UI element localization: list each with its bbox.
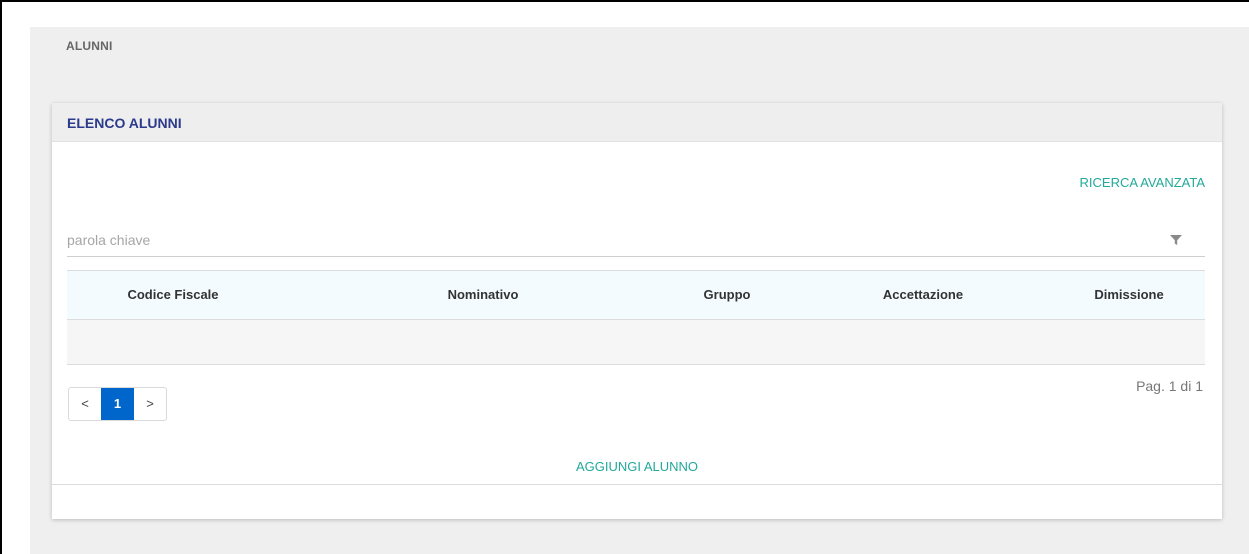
search-field: [67, 228, 1205, 257]
filter-icon[interactable]: [1169, 233, 1183, 247]
page-title: ALUNNI: [66, 39, 113, 53]
card-header: ELENCO ALUNNI: [52, 103, 1222, 142]
students-table: Codice Fiscale Nominativo Gruppo Accetta…: [67, 270, 1205, 365]
table-header-row: Codice Fiscale Nominativo Gruppo Accetta…: [67, 271, 1205, 320]
column-header-nominativo[interactable]: Nominativo: [448, 287, 519, 302]
students-card: ELENCO ALUNNI RICERCA AVANZATA Codice Fi…: [52, 103, 1222, 519]
pagination: < 1 >: [68, 387, 167, 421]
card-title: ELENCO ALUNNI: [67, 115, 182, 131]
prev-page-button[interactable]: <: [69, 388, 101, 420]
table-empty-row: [67, 320, 1205, 365]
search-input[interactable]: [67, 228, 1147, 252]
column-header-codice-fiscale[interactable]: Codice Fiscale: [127, 287, 218, 302]
next-page-button[interactable]: >: [134, 388, 166, 420]
column-header-gruppo[interactable]: Gruppo: [704, 287, 751, 302]
page-container: ALUNNI ELENCO ALUNNI RICERCA AVANZATA Co…: [30, 27, 1249, 554]
add-student-button[interactable]: AGGIUNGI ALUNNO: [52, 459, 1222, 474]
card-footer-divider: [52, 484, 1222, 485]
column-header-dimissione[interactable]: Dimissione: [1094, 287, 1163, 302]
window-border-top: [0, 0, 1249, 2]
column-header-accettazione[interactable]: Accettazione: [883, 287, 963, 302]
page-info: Pag. 1 di 1: [1136, 378, 1203, 394]
page-button-current[interactable]: 1: [101, 388, 134, 420]
advanced-search-link[interactable]: RICERCA AVANZATA: [1080, 175, 1205, 190]
window-border-left: [0, 0, 2, 554]
